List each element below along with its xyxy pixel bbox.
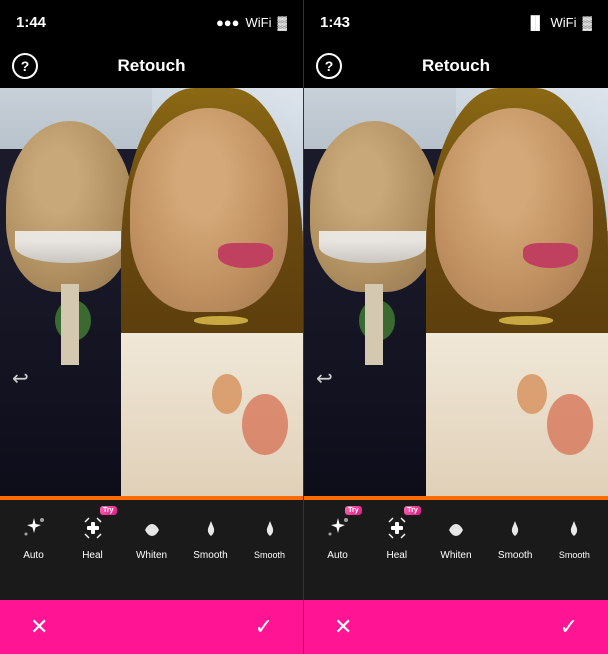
face-male-left (6, 121, 133, 292)
tool-label-smooth2-left: Smooth (254, 550, 285, 560)
face-female-left (130, 108, 288, 312)
smooth2-icon-left (252, 510, 288, 546)
photo-bg-right (304, 88, 608, 496)
screens-container: 1:44 ●●● WiFi ▓ ? Retouch (0, 0, 608, 654)
undo-button-right[interactable]: ↩ (316, 366, 333, 391)
lips-female-right (523, 243, 578, 267)
status-time-right: 1:43 (320, 14, 350, 31)
tools-row-left: Auto Try Heal (0, 500, 303, 570)
photo-area-right: ↩ (304, 88, 608, 496)
tool-auto-left[interactable]: Auto (14, 510, 54, 561)
signal-icon-right: ▐▌ (526, 15, 544, 30)
screen-right: 1:43 ▐▌ WiFi ▓ ? Retouch (304, 0, 608, 654)
status-bar-right: 1:43 ▐▌ WiFi ▓ (304, 0, 608, 44)
photo-bg-left (0, 88, 303, 496)
tie-right (365, 284, 383, 366)
action-bar-left: ✕ ✓ (0, 600, 303, 654)
tool-label-smooth-right: Smooth (498, 550, 532, 561)
help-button-right[interactable]: ? (316, 53, 342, 79)
page-title-left: Retouch (118, 56, 186, 76)
tool-whiten-left[interactable]: Whiten (132, 510, 172, 561)
undo-button-left[interactable]: ↩ (12, 366, 29, 391)
tool-heal-left[interactable]: Try Heal (73, 510, 113, 561)
try-badge-auto-right: Try (345, 506, 362, 515)
tool-whiten-right[interactable]: Whiten (436, 510, 476, 561)
tool-heal-right[interactable]: Try Heal (377, 510, 417, 561)
wifi-icon-right: WiFi (551, 15, 577, 30)
necklace-right (499, 316, 554, 324)
status-time-left: 1:44 (16, 14, 46, 31)
tool-smooth2-right[interactable]: Smooth (554, 510, 594, 560)
tool-label-auto-left: Auto (23, 550, 44, 561)
tool-label-smooth2-right: Smooth (559, 550, 590, 560)
floral-left (242, 394, 287, 455)
auto-icon-right: Try (320, 510, 356, 546)
lips-female-left (218, 243, 273, 267)
tool-label-auto-right: Auto (327, 550, 348, 561)
face-female-right (435, 108, 593, 312)
controls-area-right: Try Auto Try (304, 500, 608, 600)
try-badge-heal-left: Try (100, 506, 117, 515)
confirm-button-right[interactable]: ✓ (560, 614, 578, 640)
smooth-icon-right (497, 510, 533, 546)
whiten-icon-right (438, 510, 474, 546)
try-badge-heal-right: Try (404, 506, 421, 515)
wifi-icon-left: WiFi (246, 15, 272, 30)
tool-label-smooth-left: Smooth (193, 550, 227, 561)
top-bar-left: ? Retouch (0, 44, 303, 88)
necklace-left (194, 316, 249, 324)
help-button-left[interactable]: ? (12, 53, 38, 79)
top-bar-right: ? Retouch (304, 44, 608, 88)
tool-label-whiten-right: Whiten (440, 550, 471, 561)
tie-left (61, 284, 79, 366)
tools-row-right: Try Auto Try (304, 500, 608, 570)
page-title-right: Retouch (422, 56, 490, 76)
cancel-button-right[interactable]: ✕ (334, 614, 352, 640)
heal-icon-right: Try (379, 510, 415, 546)
smooth2-icon-right (556, 510, 592, 546)
auto-icon-left (16, 510, 52, 546)
tool-smooth-left[interactable]: Smooth (191, 510, 231, 561)
battery-icon-left: ▓ (278, 15, 287, 30)
status-icons-left: ●●● WiFi ▓ (216, 15, 287, 30)
photo-area-left: ↩ (0, 88, 303, 496)
tool-smooth2-left[interactable]: Smooth (250, 510, 290, 560)
controls-area-left: Auto Try Heal (0, 500, 303, 600)
status-icons-right: ▐▌ WiFi ▓ (526, 15, 592, 30)
whiten-icon-left (134, 510, 170, 546)
face-male-right (310, 121, 438, 292)
heal-icon-left: Try (75, 510, 111, 546)
tool-label-heal-right: Heal (386, 550, 407, 561)
floral-right (547, 394, 593, 455)
tool-label-whiten-left: Whiten (136, 550, 167, 561)
confirm-button-left[interactable]: ✓ (255, 614, 273, 640)
tool-auto-right[interactable]: Try Auto (318, 510, 358, 561)
screen-left: 1:44 ●●● WiFi ▓ ? Retouch (0, 0, 304, 654)
battery-icon-right: ▓ (583, 15, 592, 30)
tool-label-heal-left: Heal (82, 550, 103, 561)
smooth-icon-left (193, 510, 229, 546)
signal-icon-left: ●●● (216, 15, 240, 30)
action-bar-right: ✕ ✓ (304, 600, 608, 654)
tool-smooth-right[interactable]: Smooth (495, 510, 535, 561)
status-bar-left: 1:44 ●●● WiFi ▓ (0, 0, 303, 44)
cancel-button-left[interactable]: ✕ (30, 614, 48, 640)
